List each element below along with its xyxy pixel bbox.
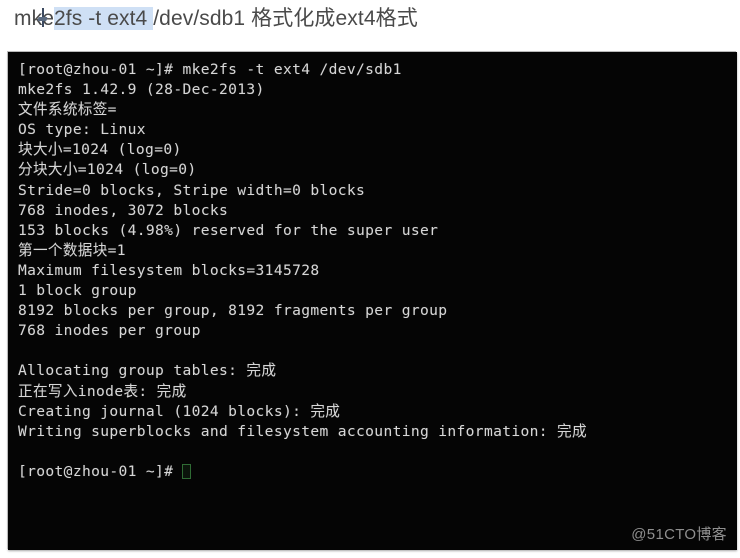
terminal-line: 153 blocks (4.98%) reserved for the supe… — [18, 221, 737, 241]
watermark-label: @51CTO博客 — [631, 526, 727, 543]
terminal-line-text: Stride=0 blocks, Stripe width=0 blocks — [18, 181, 366, 199]
terminal-line-text: 正在写入inode表: 完成 — [18, 382, 187, 400]
terminal-line: 块大小=1024 (log=0) — [18, 140, 737, 160]
terminal-line-text: OS type: Linux — [18, 121, 146, 139]
terminal-line: 8192 blocks per group, 8192 fragments pe… — [18, 301, 737, 321]
terminal-line: Creating journal (1024 blocks): 完成 — [18, 402, 737, 422]
page-title: mke2fs -t ext4 /dev/sdb1 格式化成ext4格式 — [14, 4, 418, 34]
terminal-line-text: Creating journal (1024 blocks): 完成 — [18, 402, 341, 420]
terminal-window[interactable]: [root@zhou-01 ~]# mke2fs -t ext4 /dev/sd… — [8, 52, 737, 550]
page-title-selected-text[interactable]: 2fs -t ext4 — [53, 7, 154, 30]
text-caret-icon — [42, 8, 44, 27]
terminal-line: 文件系统标签= — [18, 100, 737, 120]
terminal-screen[interactable]: [root@zhou-01 ~]# mke2fs -t ext4 /dev/sd… — [8, 52, 737, 550]
terminal-line-text: 768 inodes per group — [18, 322, 201, 340]
page-title-suffix: /dev/sdb1 格式化成ext4格式 — [153, 7, 418, 30]
terminal-line: 768 inodes per group — [18, 321, 737, 341]
terminal-line-text: mke2fs 1.42.9 (28-Dec-2013) — [18, 81, 265, 99]
terminal-line: mke2fs 1.42.9 (28-Dec-2013) — [18, 80, 737, 100]
terminal-line: Stride=0 blocks, Stripe width=0 blocks — [18, 181, 737, 201]
terminal-line: Writing superblocks and filesystem accou… — [18, 422, 737, 442]
terminal-line: Allocating group tables: 完成 — [18, 361, 737, 381]
terminal-line: 分块大小=1024 (log=0) — [18, 160, 737, 180]
terminal-line-text: Allocating group tables: 完成 — [18, 362, 277, 380]
terminal-line: 768 inodes, 3072 blocks — [18, 201, 737, 221]
terminal-line: 第一个数据块=1 — [18, 241, 737, 261]
terminal-line-text: 分块大小=1024 (log=0) — [18, 161, 197, 179]
page-heading-area: mke2fs -t ext4 /dev/sdb1 格式化成ext4格式 — [0, 0, 740, 48]
terminal-line: 1 block group — [18, 281, 737, 301]
page-title-prefix: mke — [14, 7, 54, 30]
terminal-line-text: 8192 blocks per group, 8192 fragments pe… — [18, 302, 448, 320]
terminal-line: Maximum filesystem blocks=3145728 — [18, 261, 737, 281]
terminal-line-text: 768 inodes, 3072 blocks — [18, 201, 229, 219]
terminal-line-text: Maximum filesystem blocks=3145728 — [18, 261, 320, 279]
terminal-line-text: 153 blocks (4.98%) reserved for the supe… — [18, 221, 439, 239]
terminal-line-text: [root@zhou-01 ~]# mke2fs -t ext4 /dev/sd… — [18, 61, 402, 78]
terminal-line: 正在写入inode表: 完成 — [18, 382, 737, 402]
terminal-line: OS type: Linux — [18, 120, 737, 140]
terminal-line-text: 块大小=1024 (log=0) — [18, 141, 182, 159]
terminal-cursor — [182, 463, 192, 479]
terminal-line-text: 文件系统标签= — [18, 101, 117, 119]
terminal-line-text: Writing superblocks and filesystem accou… — [18, 422, 587, 440]
terminal-line: [root@zhou-01 ~]# — [18, 462, 737, 482]
terminal-line-text: [root@zhou-01 ~]# — [18, 462, 183, 480]
terminal-line-text: 第一个数据块=1 — [18, 241, 126, 259]
terminal-line: [root@zhou-01 ~]# mke2fs -t ext4 /dev/sd… — [18, 60, 737, 80]
terminal-line-text: 1 block group — [18, 282, 137, 300]
